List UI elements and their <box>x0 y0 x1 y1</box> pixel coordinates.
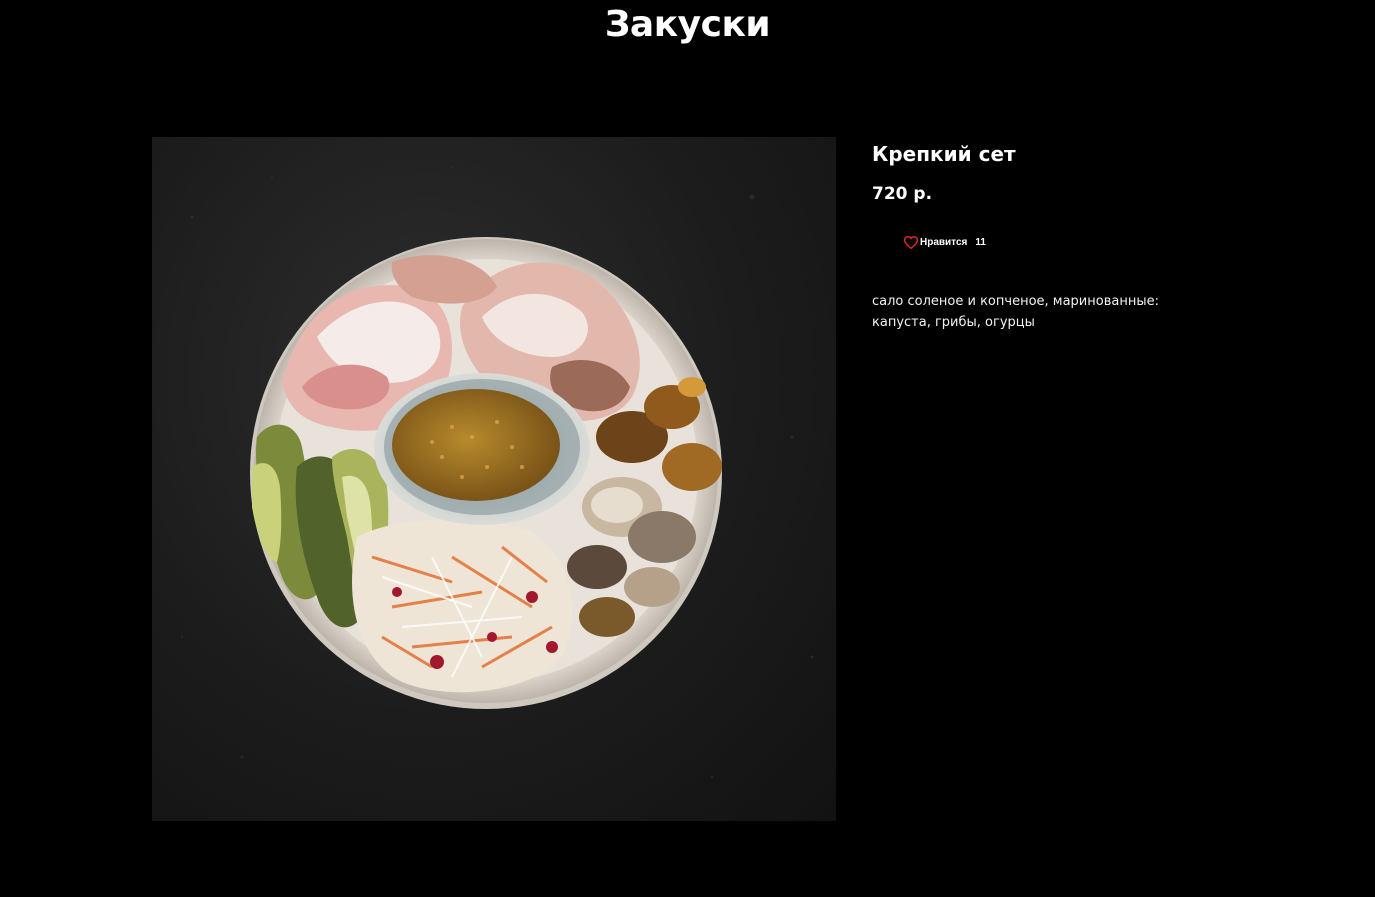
product-description: сало соленое и копченое, маринованные: к… <box>872 294 1159 330</box>
product-price: 720 р. <box>872 184 933 204</box>
product-image[interactable] <box>152 137 836 821</box>
product-name: Крепкий сет <box>872 142 1016 166</box>
like-button[interactable]: Нравится 11 <box>903 234 1212 250</box>
product-page: Закуски Крепкий сет 720 р. Нравится 11 с… <box>0 0 1375 897</box>
like-label[interactable]: Нравится <box>920 237 967 248</box>
food-plate-illustration <box>181 166 814 778</box>
like-count: 11 <box>975 236 986 248</box>
section-title: Закуски <box>604 4 771 45</box>
product-info: Крепкий сет 720 р. Нравится 11 сало соле… <box>872 140 1212 333</box>
heart-icon[interactable] <box>903 235 919 249</box>
